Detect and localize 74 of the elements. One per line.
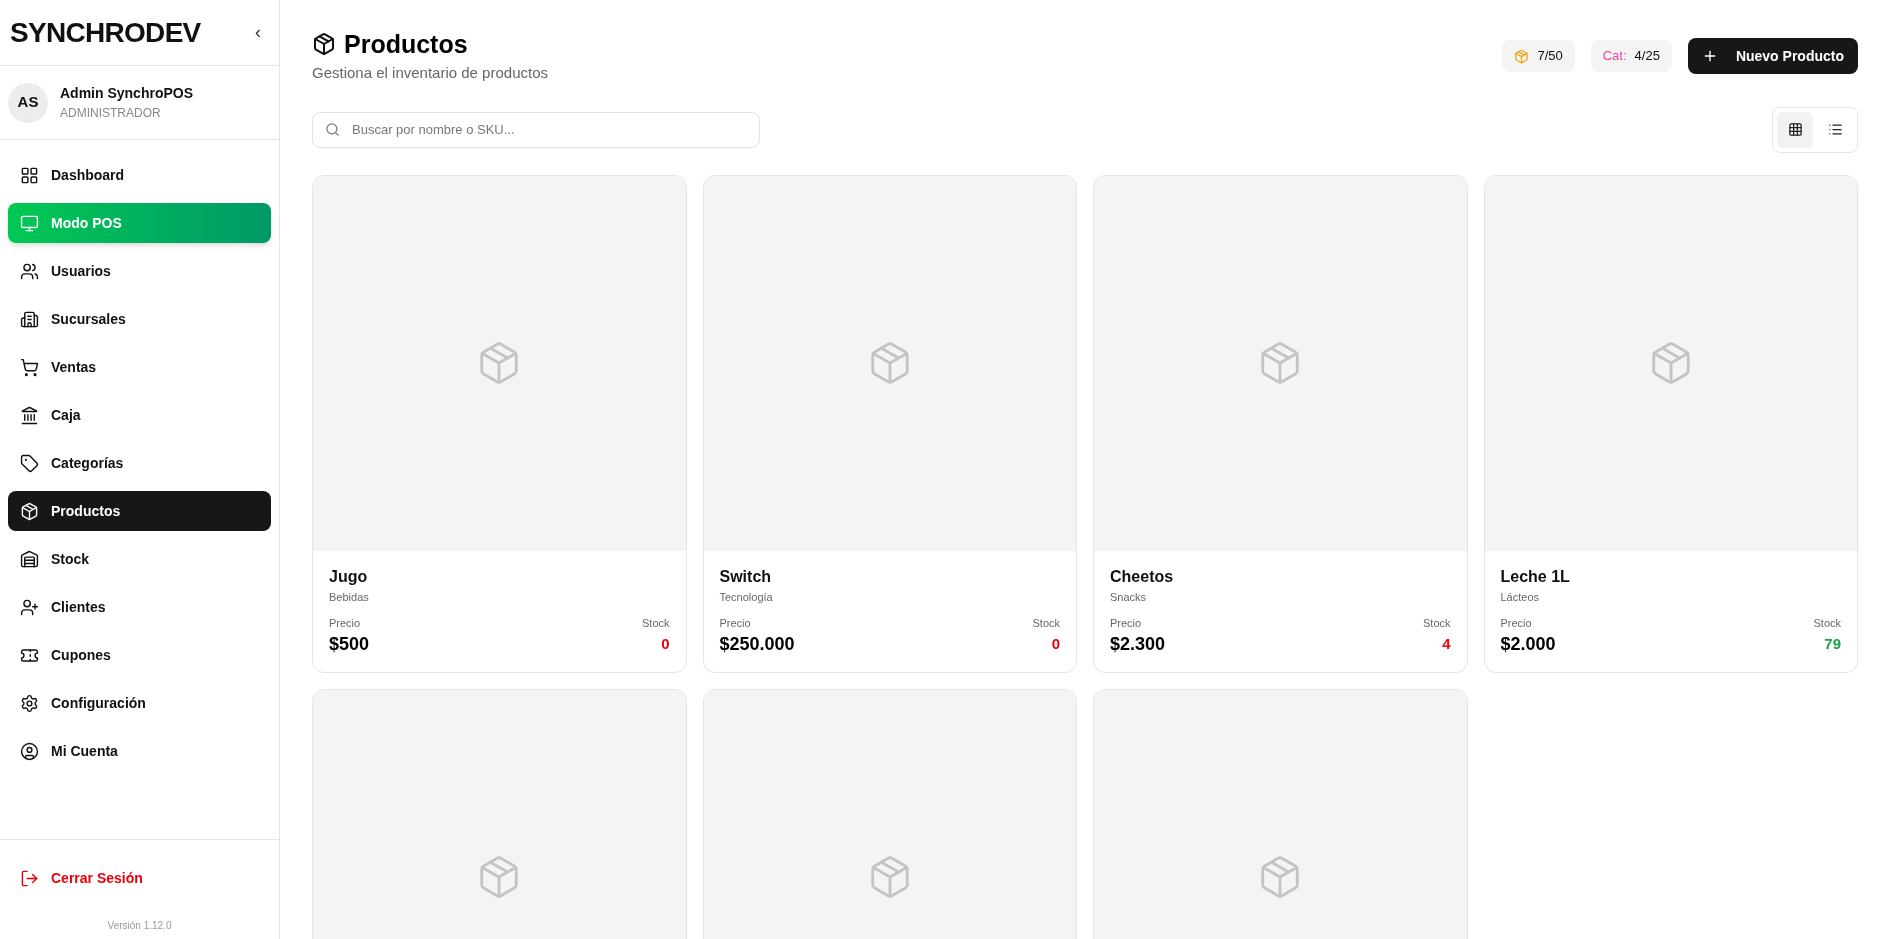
avatar: AS — [8, 82, 48, 123]
logout-icon — [20, 868, 39, 888]
search-icon — [325, 122, 340, 137]
product-name: Jugo — [329, 566, 369, 587]
price: $500 — [329, 632, 370, 656]
price: $250.000 — [719, 632, 795, 656]
product-card[interactable]: Switch Tecnología Precio $250.000 Stock 0 — [702, 174, 1077, 673]
product-card[interactable]: Leche 1L Lácteos Precio $2.000 Stock 79 — [1483, 174, 1858, 673]
nav-item[interactable]: Clientes — [8, 587, 271, 627]
nav-item[interactable]: Usuarios — [8, 251, 271, 291]
stock-count: 79 — [1824, 633, 1841, 654]
price-label: Precio — [329, 616, 362, 631]
tag-icon — [20, 453, 39, 473]
price-label: Precio — [1500, 616, 1533, 631]
price-label: Precio — [1110, 616, 1143, 631]
collapse-button[interactable]: ‹ — [247, 19, 269, 46]
product-name: Switch — [719, 566, 773, 587]
warehouse-icon — [20, 549, 39, 569]
stock-label: Stock — [642, 616, 670, 631]
box-icon — [1514, 48, 1530, 64]
nav-item[interactable]: Caja — [8, 395, 271, 435]
nav-item[interactable]: Configuración — [8, 683, 271, 723]
product-count: 7/50 — [1537, 47, 1563, 66]
search-field[interactable]: Buscar por nombre o SKU... — [312, 111, 760, 148]
search-input[interactable]: Buscar por nombre o SKU... — [352, 119, 747, 140]
nav-item[interactable]: Dashboard — [8, 155, 271, 195]
box-icon — [20, 501, 39, 521]
user-circle-icon — [20, 741, 39, 761]
product-category: Bebidas — [329, 589, 370, 605]
user-name: Admin SynchroPOS — [60, 84, 194, 103]
stock-count: 0 — [661, 633, 670, 654]
nav-item[interactable]: Productos — [8, 491, 271, 531]
logout-button[interactable]: Cerrar Sesión — [8, 858, 271, 898]
stock-count: 4 — [1442, 633, 1451, 654]
nav-item[interactable]: Sucursales — [8, 299, 271, 339]
nav-item[interactable]: Cupones — [8, 635, 271, 675]
product-category: Lácteos — [1500, 589, 1541, 605]
nav-item[interactable]: Stock — [8, 539, 271, 579]
price: $2.300 — [1110, 632, 1166, 656]
logo: SYNCHRODEV — [10, 15, 201, 50]
user-role: ADMINISTRADOR — [60, 105, 162, 122]
settings-icon — [20, 693, 39, 713]
grid-view-button[interactable] — [1777, 111, 1813, 148]
box-icon — [312, 32, 336, 56]
stock-count: 0 — [1051, 633, 1060, 654]
product-category: Snacks — [1110, 589, 1148, 605]
product-name: Cheetos — [1110, 566, 1175, 587]
stock-label: Stock — [1032, 616, 1060, 631]
monitor-icon — [20, 213, 39, 233]
nav-item[interactable]: Ventas — [8, 347, 271, 387]
price-label: Precio — [719, 616, 752, 631]
user-plus-icon — [20, 597, 39, 617]
grid-icon — [20, 165, 39, 185]
nav-item[interactable]: Categorías — [8, 443, 271, 483]
category-count: 4/25 — [1634, 47, 1660, 66]
price: $2.000 — [1500, 632, 1556, 656]
users-icon — [20, 261, 39, 281]
product-card[interactable]: Jugo Bebidas Precio $500 Stock 0 — [312, 174, 687, 673]
product-category: Tecnología — [719, 589, 774, 605]
stock-label: Stock — [1423, 616, 1451, 631]
building-icon — [20, 309, 39, 329]
page-title: Productos — [344, 29, 468, 60]
grid-icon — [1787, 122, 1803, 137]
cart-icon — [20, 357, 39, 377]
version-text: Versión 1.12.0 — [107, 919, 172, 933]
new-product-button[interactable]: Nuevo Producto — [1687, 38, 1858, 74]
nav-item[interactable]: Mi Cuenta — [8, 731, 271, 771]
stock-label: Stock — [1813, 616, 1841, 631]
product-card[interactable]: Cheetos Snacks Precio $2.300 Stock 4 — [1093, 174, 1468, 673]
product-name: Leche 1L — [1500, 566, 1571, 587]
bank-icon — [20, 405, 39, 425]
list-icon — [1827, 122, 1843, 137]
category-label: Cat: — [1602, 47, 1627, 66]
page-subtitle: Gestiona el inventario de productos — [312, 63, 548, 83]
